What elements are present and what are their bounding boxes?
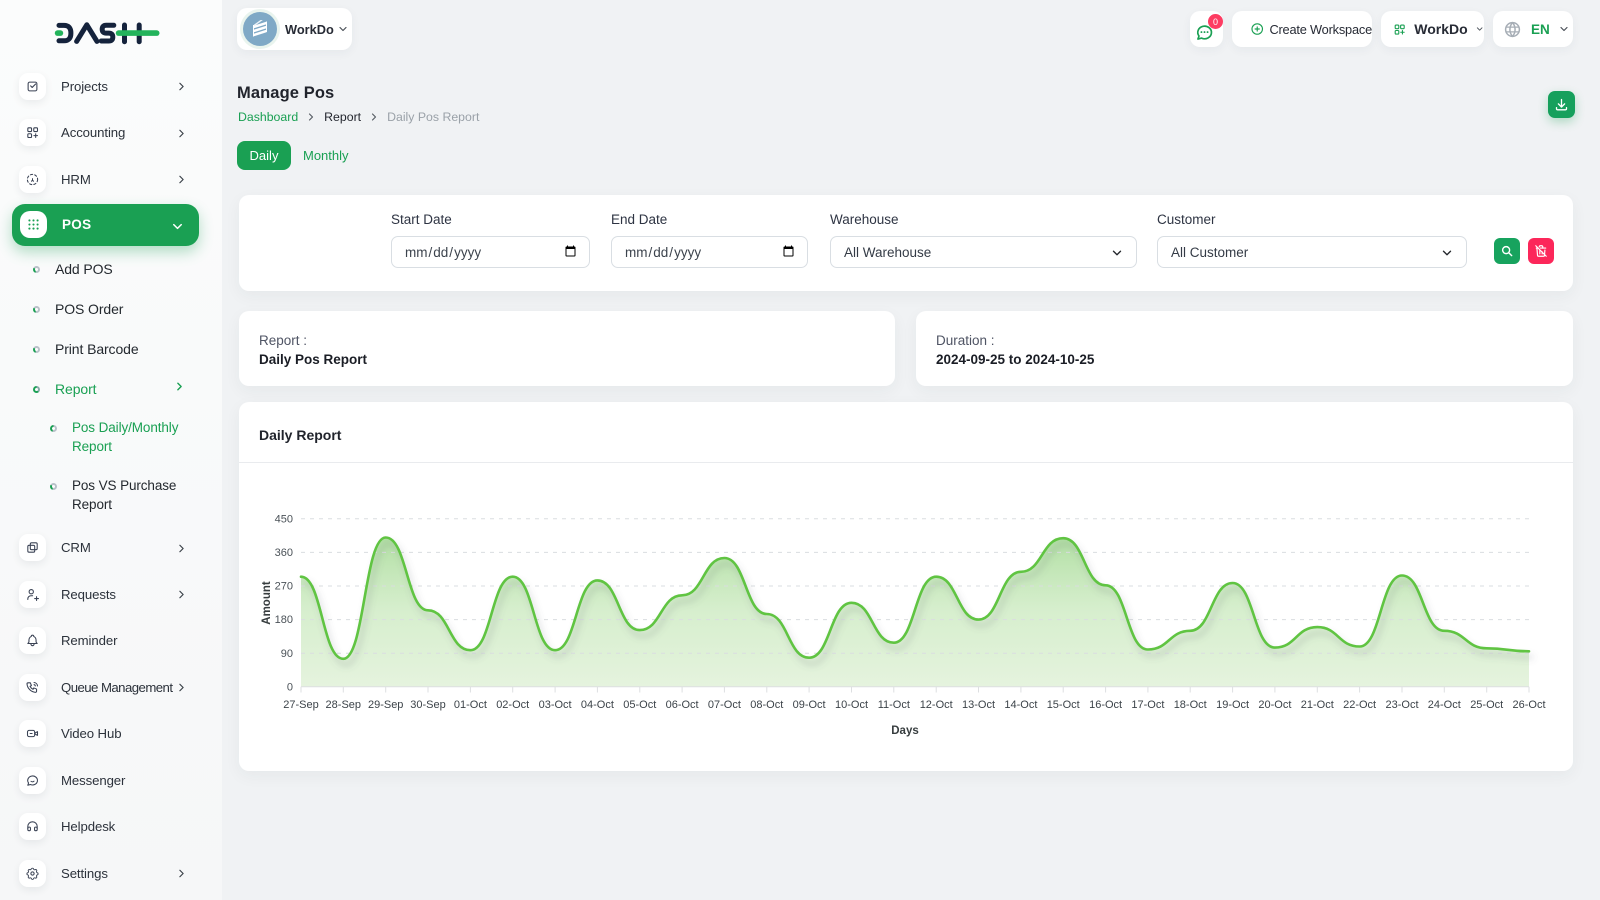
svg-text:22-Oct: 22-Oct <box>1343 699 1376 711</box>
svg-text:180: 180 <box>275 614 293 626</box>
svg-text:26-Oct: 26-Oct <box>1512 699 1545 711</box>
svg-text:18-Oct: 18-Oct <box>1174 699 1207 711</box>
svg-text:08-Oct: 08-Oct <box>750 699 783 711</box>
svg-text:02-Oct: 02-Oct <box>496 699 529 711</box>
svg-text:27-Sep: 27-Sep <box>283 699 318 711</box>
svg-text:Days: Days <box>891 725 919 737</box>
svg-text:14-Oct: 14-Oct <box>1004 699 1037 711</box>
svg-text:06-Oct: 06-Oct <box>666 699 699 711</box>
svg-text:05-Oct: 05-Oct <box>623 699 656 711</box>
svg-text:450: 450 <box>275 513 293 525</box>
svg-text:12-Oct: 12-Oct <box>920 699 953 711</box>
svg-text:07-Oct: 07-Oct <box>708 699 741 711</box>
svg-text:15-Oct: 15-Oct <box>1047 699 1080 711</box>
svg-text:01-Oct: 01-Oct <box>454 699 487 711</box>
svg-text:19-Oct: 19-Oct <box>1216 699 1249 711</box>
svg-text:16-Oct: 16-Oct <box>1089 699 1122 711</box>
svg-text:04-Oct: 04-Oct <box>581 699 614 711</box>
svg-text:10-Oct: 10-Oct <box>835 699 868 711</box>
svg-text:20-Oct: 20-Oct <box>1258 699 1291 711</box>
svg-text:13-Oct: 13-Oct <box>962 699 995 711</box>
svg-text:23-Oct: 23-Oct <box>1385 699 1418 711</box>
svg-text:17-Oct: 17-Oct <box>1131 699 1164 711</box>
svg-text:270: 270 <box>275 581 293 593</box>
svg-text:30-Sep: 30-Sep <box>410 699 445 711</box>
svg-text:11-Oct: 11-Oct <box>878 699 910 711</box>
svg-text:03-Oct: 03-Oct <box>539 699 572 711</box>
svg-text:24-Oct: 24-Oct <box>1428 699 1461 711</box>
svg-text:90: 90 <box>281 648 293 660</box>
svg-text:29-Sep: 29-Sep <box>368 699 403 711</box>
svg-text:09-Oct: 09-Oct <box>793 699 826 711</box>
svg-text:0: 0 <box>287 681 293 693</box>
svg-text:28-Sep: 28-Sep <box>326 699 361 711</box>
svg-text:360: 360 <box>275 547 293 559</box>
svg-text:25-Oct: 25-Oct <box>1470 699 1503 711</box>
svg-text:Amount: Amount <box>261 581 273 625</box>
svg-text:21-Oct: 21-Oct <box>1301 699 1334 711</box>
